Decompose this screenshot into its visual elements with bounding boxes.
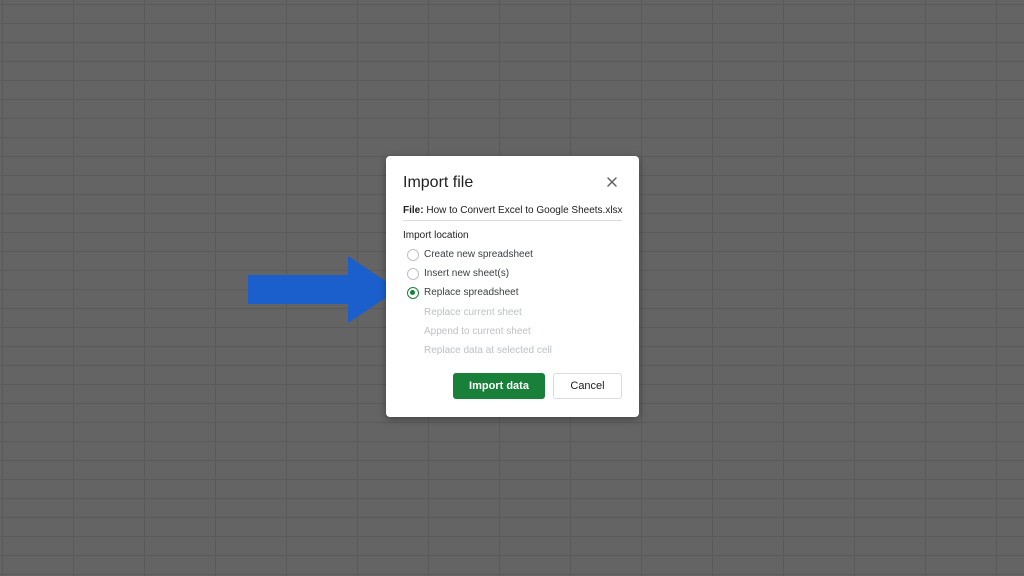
radio-button[interactable]: [407, 248, 419, 261]
option-replace-current-sheet-disabled: Replace current sheet: [407, 303, 552, 322]
option-create-new-spreadsheet[interactable]: Create new spreadsheet: [407, 245, 552, 264]
import-location-options: Create new spreadsheet Insert new sheet(…: [407, 245, 552, 360]
import-data-button[interactable]: Import data: [453, 373, 545, 399]
option-label: Insert new sheet(s): [424, 268, 510, 280]
radio-button[interactable]: [407, 267, 419, 280]
option-insert-new-sheets[interactable]: Insert new sheet(s): [407, 264, 552, 283]
cancel-button[interactable]: Cancel: [553, 373, 622, 399]
option-replace-spreadsheet[interactable]: Replace spreadsheet: [407, 283, 552, 302]
radio-button-selected[interactable]: [407, 286, 419, 299]
option-label: Replace data at selected cell: [424, 345, 552, 357]
file-name-row: File: How to Convert Excel to Google She…: [403, 205, 623, 221]
import-location-label: Import location: [403, 230, 469, 241]
import-file-dialog: Import file File: How to Convert Excel t…: [386, 156, 639, 417]
arrow-right-icon: [248, 256, 398, 323]
option-append-to-current-sheet-disabled: Append to current sheet: [407, 322, 552, 341]
file-label: File:: [403, 205, 424, 216]
option-label: Replace current sheet: [424, 306, 522, 318]
option-label: Append to current sheet: [424, 325, 531, 337]
dialog-title: Import file: [403, 174, 474, 191]
file-name: How to Convert Excel to Google Sheets.xl…: [426, 205, 623, 216]
option-label: Create new spreadsheet: [424, 249, 533, 261]
option-replace-data-at-selected-cell-disabled: Replace data at selected cell: [407, 341, 552, 360]
option-label: Replace spreadsheet: [424, 287, 519, 299]
close-icon[interactable]: [605, 175, 619, 189]
